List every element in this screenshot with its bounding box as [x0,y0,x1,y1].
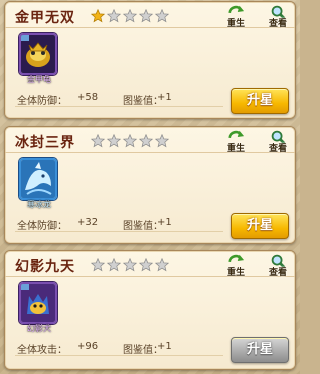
star-empty-icon [91,258,105,272]
view-label: 查看 [268,268,287,278]
divider [15,355,223,356]
star-empty-icon [107,258,121,272]
star-rating [91,134,169,148]
card-title: 冰封三界 [15,135,75,151]
card-title: 金甲无双 [15,10,75,26]
pet-portrait[interactable] [19,282,57,324]
card-title: 幻影九天 [15,259,75,275]
rebirth-button[interactable]: 重生 [221,129,251,155]
card-header: 冰封三界 重生 查看 [5,127,295,155]
ice-dragon-portrait [21,160,55,198]
rebirth-button[interactable]: 重生 [221,253,251,279]
upgrade-star-button[interactable]: 升星 [231,337,289,363]
stat-value: +58 [77,92,99,103]
star-empty-icon [139,134,153,148]
stat-value: +96 [77,341,99,352]
rebirth-button[interactable]: 重生 [221,4,251,30]
star-empty-icon [155,134,169,148]
rebirth-label: 重生 [226,144,245,154]
view-label: 查看 [268,19,287,29]
rebirth-label: 重生 [226,268,245,278]
upgrade-star-button[interactable]: 升星 [231,88,289,114]
pet-card-2: 冰封三界 重生 查看 寒冰龙 全体防御： +32 图鉴值： +1 升星 [4,126,296,244]
star-empty-icon [107,9,121,23]
star-rating [91,9,169,23]
pet-name: 金甲龟 [27,75,51,84]
card-header: 金甲无双 重生 查看 [5,2,295,30]
star-empty-icon [155,258,169,272]
view-button[interactable]: 查看 [263,129,293,155]
stat-label: 全体防御： [17,221,67,232]
stat-label: 全体防御： [17,96,67,107]
star-empty-icon [123,9,137,23]
pet-name: 寒冰龙 [27,200,51,209]
rebirth-label: 重生 [226,19,245,29]
stat-value: +32 [77,217,99,228]
upgrade-star-button[interactable]: 升星 [231,213,289,239]
star-empty-icon [91,134,105,148]
star-empty-icon [155,9,169,23]
golden-turtle-portrait [21,35,55,73]
view-button[interactable]: 查看 [263,253,293,279]
divider [15,231,223,232]
pet-portrait[interactable] [19,33,57,75]
book-value: +1 [157,341,172,352]
star-empty-icon [123,258,137,272]
book-value: +1 [157,92,172,103]
star-empty-icon [123,134,137,148]
view-label: 查看 [268,144,287,154]
pet-name: 幻影犬 [27,324,51,333]
book-value: +1 [157,217,172,228]
divider [15,106,223,107]
star-empty-icon [139,258,153,272]
star-filled-icon [91,9,105,23]
stat-label: 全体攻击： [17,345,67,356]
shadow-hound-portrait [21,284,55,322]
star-empty-icon [107,134,121,148]
card-header: 幻影九天 重生 查看 [5,251,295,279]
pet-card-3: 幻影九天 重生 查看 幻影犬 全体攻击： +96 图鉴值： +1 升星 [4,250,296,370]
pet-portrait[interactable] [19,158,57,200]
star-empty-icon [139,9,153,23]
star-rating [91,258,169,272]
view-button[interactable]: 查看 [263,4,293,30]
pet-card-1: 金甲无双 重生 查看 金甲龟 全体防御： +58 图鉴值： +1 升星 [4,1,296,119]
